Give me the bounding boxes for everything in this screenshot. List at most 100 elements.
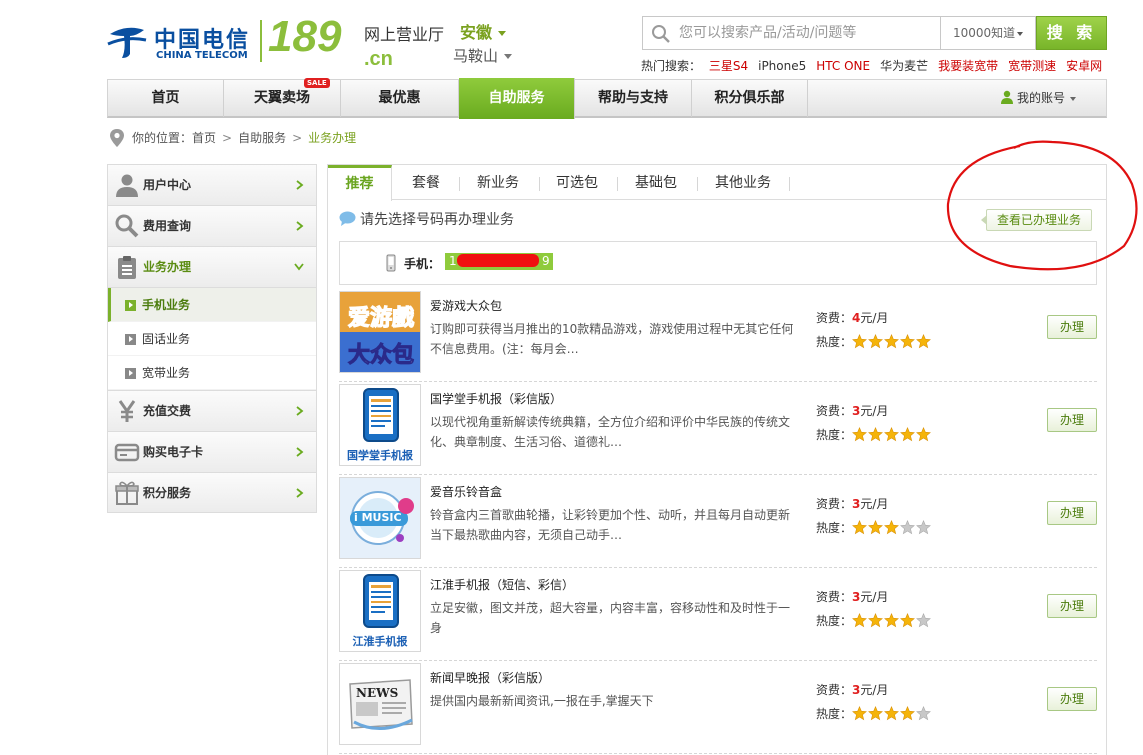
product-fee: 资费：4元/月 bbox=[816, 309, 888, 326]
sidebar-item-user-center[interactable]: 用户中心 bbox=[107, 164, 317, 205]
product-thumbnail[interactable]: NEWS bbox=[339, 663, 421, 745]
search-input[interactable] bbox=[679, 17, 937, 49]
hot-search-link[interactable]: 三星S4 bbox=[709, 59, 748, 73]
product-name[interactable]: 爱游戏大众包 bbox=[430, 297, 502, 314]
tab-recommend[interactable]: 推荐 bbox=[328, 165, 392, 201]
nav-item-help[interactable]: 帮助与支持 bbox=[575, 80, 692, 117]
breadcrumb-prefix: 你的位置： bbox=[132, 131, 193, 145]
hot-search-link[interactable]: HTC ONE bbox=[816, 59, 870, 73]
apply-button[interactable]: 办理 bbox=[1047, 594, 1097, 618]
tab-basic-packs[interactable]: 基础包 bbox=[620, 165, 692, 200]
logo-suffix: .cn bbox=[364, 48, 393, 70]
city-label: 马鞍山 bbox=[453, 47, 499, 65]
product-name[interactable]: 爱音乐铃音盒 bbox=[430, 483, 502, 500]
hot-searches-label: 热门搜索： bbox=[641, 59, 702, 73]
fee-unit: 元/月 bbox=[860, 497, 889, 511]
search-scope-select[interactable]: 10000知道 bbox=[940, 16, 1036, 50]
chevron-down-icon bbox=[1017, 31, 1024, 36]
star-filled-icon bbox=[884, 334, 899, 349]
thumbnail-caption: 江淮手机报 bbox=[352, 635, 408, 648]
product-name[interactable]: 新闻早晚报（彩信版） bbox=[430, 669, 550, 686]
thumbnail-caption: i MUSIC bbox=[354, 511, 402, 524]
star-rating bbox=[852, 334, 932, 352]
nav-item-deals[interactable]: 最优惠 bbox=[341, 80, 459, 117]
gift-icon bbox=[115, 481, 139, 505]
main-nav: 首页 天翼卖场 SALE 最优惠 自助服务 帮助与支持 积分俱乐部 我的账号 bbox=[107, 78, 1107, 119]
city-selector[interactable]: 马鞍山 bbox=[453, 45, 513, 66]
phone-selector[interactable]: 手机： 19 bbox=[339, 241, 1097, 285]
search-button[interactable]: 搜 索 bbox=[1036, 16, 1107, 50]
apply-button[interactable]: 办理 bbox=[1047, 687, 1097, 711]
product-description: 提供国内最新新闻资讯,一报在手,掌握天下 bbox=[430, 694, 654, 708]
hot-search-link[interactable]: 华为麦芒 bbox=[880, 59, 928, 73]
star-filled-icon bbox=[868, 334, 883, 349]
phone-label: 手机： bbox=[404, 257, 441, 271]
sidebar-item-fee-query[interactable]: 费用查询 bbox=[107, 205, 317, 246]
apply-button[interactable]: 办理 bbox=[1047, 408, 1097, 432]
heat-label: 热度： bbox=[816, 707, 853, 721]
fee-unit: 元/月 bbox=[860, 404, 889, 418]
sidebar-item-points[interactable]: 积分服务 bbox=[107, 472, 317, 513]
product-thumbnail[interactable]: 爱游戲 大众包 bbox=[339, 291, 421, 373]
breadcrumb-link[interactable]: 首页 bbox=[192, 131, 216, 145]
product-thumbnail[interactable]: 江淮手机报 bbox=[339, 570, 421, 652]
sidebar-item-business[interactable]: 业务办理 bbox=[107, 246, 317, 287]
hot-search-link[interactable]: iPhone5 bbox=[758, 59, 806, 73]
tab-new-business[interactable]: 新业务 bbox=[462, 165, 534, 200]
star-filled-icon bbox=[884, 706, 899, 721]
fee-unit: 元/月 bbox=[860, 590, 889, 604]
sidebar-item-recharge[interactable]: 充值交费 bbox=[107, 390, 317, 431]
my-account-menu[interactable]: 我的账号 bbox=[1000, 80, 1076, 117]
product-item: 江淮手机报 江淮手机报（短信、彩信） 立足安徽，图文并茂，超大容量，内容丰富，容… bbox=[339, 568, 1097, 661]
heat-label: 热度： bbox=[816, 521, 853, 535]
product-name[interactable]: 国学堂手机报（彩信版） bbox=[430, 390, 562, 407]
user-icon bbox=[1000, 90, 1013, 104]
star-empty-icon bbox=[916, 520, 931, 535]
hot-search-link[interactable]: 宽带测速 bbox=[1008, 59, 1056, 73]
sidebar-subitem-mobile[interactable]: 手机业务 bbox=[108, 288, 316, 322]
star-empty-icon bbox=[900, 520, 915, 535]
product-list: 爱游戲 大众包 爱游戏大众包 订购即可获得当月推出的10款精品游戏，游戏使用过程… bbox=[339, 289, 1097, 754]
chevron-right-icon bbox=[296, 488, 304, 498]
breadcrumb-current: 业务办理 bbox=[308, 131, 357, 145]
product-item: 爱游戲 大众包 爱游戏大众包 订购即可获得当月推出的10款精品游戏，游戏使用过程… bbox=[339, 289, 1097, 382]
logo-divider bbox=[260, 20, 262, 62]
breadcrumb-separator: > bbox=[222, 131, 233, 145]
sidebar-subitem-label: 固话业务 bbox=[142, 332, 191, 346]
nav-item-self-service[interactable]: 自助服务 bbox=[459, 78, 575, 119]
star-filled-icon bbox=[900, 334, 915, 349]
star-filled-icon bbox=[868, 706, 883, 721]
apply-button[interactable]: 办理 bbox=[1047, 315, 1097, 339]
nav-item-points-club[interactable]: 积分俱乐部 bbox=[692, 80, 808, 117]
yen-icon bbox=[118, 400, 136, 422]
product-fee: 资费：3元/月 bbox=[816, 681, 888, 698]
star-rating bbox=[852, 706, 932, 724]
tab-optional-packs[interactable]: 可选包 bbox=[542, 165, 612, 200]
card-icon bbox=[114, 443, 140, 462]
apply-button[interactable]: 办理 bbox=[1047, 501, 1097, 525]
product-fee: 资费：3元/月 bbox=[816, 588, 888, 605]
phone-number-suffix: 9 bbox=[542, 254, 550, 268]
tab-other-business[interactable]: 其他业务 bbox=[700, 165, 786, 200]
nav-item-home[interactable]: 首页 bbox=[108, 80, 224, 117]
product-thumbnail[interactable]: 国学堂手机报 bbox=[339, 384, 421, 466]
tab-divider bbox=[697, 177, 698, 191]
sidebar-subitem-broadband[interactable]: 宽带业务 bbox=[108, 356, 316, 390]
news-icon bbox=[340, 664, 420, 744]
product-thumbnail[interactable]: i MUSIC bbox=[339, 477, 421, 559]
hot-search-link[interactable]: 我要装宽带 bbox=[938, 59, 998, 73]
star-rating bbox=[852, 520, 932, 538]
sidebar-item-buy-ecard[interactable]: 购买电子卡 bbox=[107, 431, 317, 472]
chevron-down-icon bbox=[294, 263, 304, 271]
hot-search-link[interactable]: 安卓网 bbox=[1066, 59, 1102, 73]
logo-name-en: CHINA TELECOM bbox=[156, 50, 248, 61]
tab-packages[interactable]: 套餐 bbox=[396, 165, 456, 200]
province-selector[interactable]: 安徽 bbox=[460, 19, 507, 43]
sidebar-subitem-landline[interactable]: 固话业务 bbox=[108, 322, 316, 356]
fee-label: 资费： bbox=[816, 683, 853, 697]
product-name[interactable]: 江淮手机报（短信、彩信） bbox=[430, 576, 574, 593]
breadcrumb-link[interactable]: 自助服务 bbox=[238, 131, 286, 145]
view-subscribed-button[interactable]: 查看已办理业务 bbox=[981, 209, 1092, 231]
product-description: 以现代视角重新解读传统典籍，全方位介绍和评价中华民族的传统文化、典章制度、生活习… bbox=[430, 415, 791, 449]
sidebar-item-label: 积分服务 bbox=[143, 486, 192, 500]
